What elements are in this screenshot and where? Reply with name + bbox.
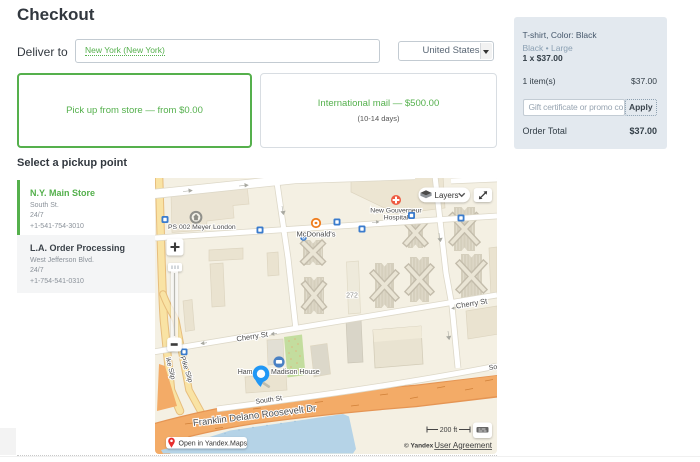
svg-text:McDonald's: McDonald's	[297, 230, 336, 239]
svg-text:Ham: Ham	[238, 369, 253, 376]
svg-text:Open in Yandex.Maps: Open in Yandex.Maps	[179, 440, 248, 447]
svg-text:Madison House: Madison House	[271, 369, 320, 376]
svg-text:Layers: Layers	[435, 191, 459, 200]
svg-text:Hospital: Hospital	[384, 215, 409, 222]
svg-text:272: 272	[346, 293, 358, 300]
svg-text:© Yandex: © Yandex	[404, 442, 434, 450]
svg-text:PS 002 Meyer London: PS 002 Meyer London	[168, 224, 236, 231]
svg-text:User Agreement: User Agreement	[434, 441, 493, 450]
svg-text:Sou: Sou	[488, 363, 497, 372]
svg-text:200 ft: 200 ft	[440, 427, 458, 434]
